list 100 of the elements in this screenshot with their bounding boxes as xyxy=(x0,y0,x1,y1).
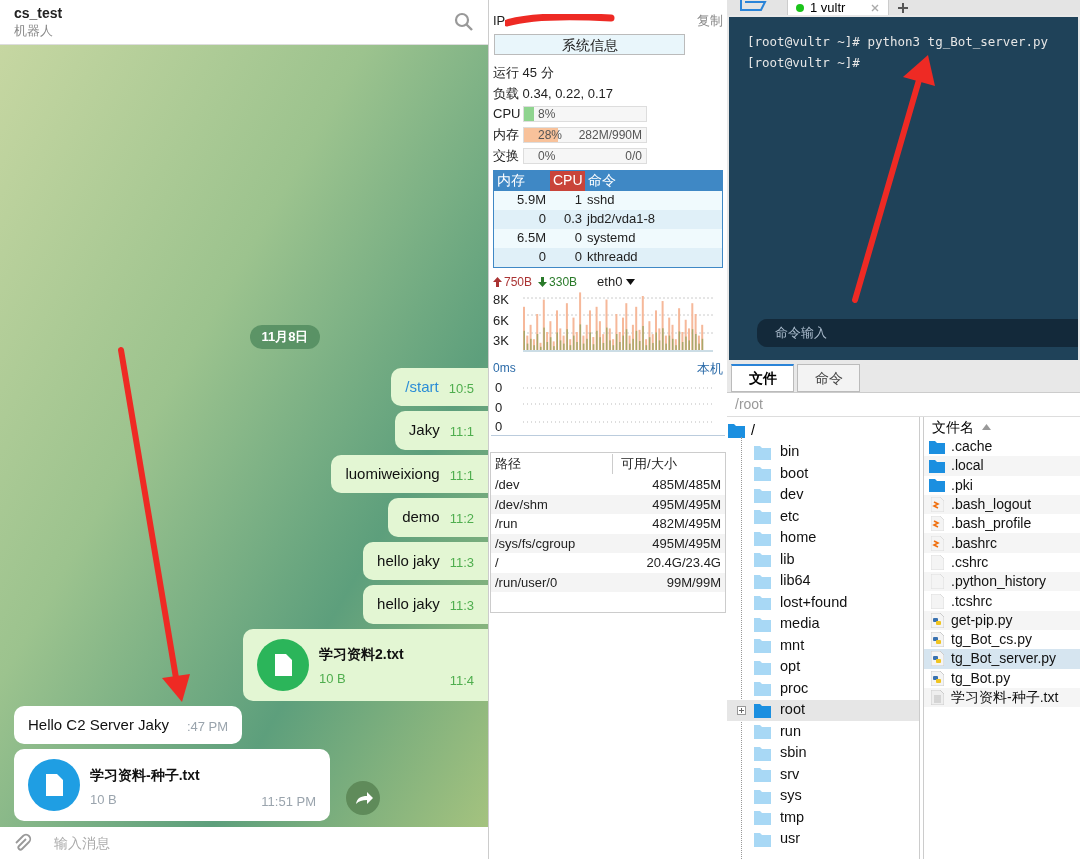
meter-label: CPU xyxy=(493,105,520,124)
table-cell-text: /dev/shm xyxy=(495,495,548,514)
folder-icon xyxy=(728,423,745,439)
file-row[interactable]: .bash_logout xyxy=(924,494,1080,515)
folder-icon xyxy=(754,530,771,546)
terminal-tab[interactable]: 1 vultr xyxy=(787,0,889,15)
file-row[interactable]: .python_history xyxy=(924,572,1080,592)
tab[interactable]: 命令 xyxy=(797,364,860,392)
tree-item[interactable]: run xyxy=(727,721,919,743)
input-placeholder: 输入消息 xyxy=(54,833,111,853)
tree-item[interactable]: media xyxy=(727,613,919,635)
message-text: hello jaky xyxy=(377,550,440,571)
folder-icon xyxy=(754,659,771,675)
column-header[interactable]: 文件名 xyxy=(932,417,974,438)
folder-icon xyxy=(754,810,771,826)
message-text: demo xyxy=(402,507,440,527)
tree-item[interactable]: opt xyxy=(727,656,919,678)
load-text: 负载 0.34, 0.22, 0.17 xyxy=(492,84,614,103)
folder-icon xyxy=(754,745,771,761)
tree-item[interactable]: home xyxy=(727,527,919,549)
tree-item[interactable]: sys xyxy=(727,785,919,807)
tree-item[interactable]: boot xyxy=(727,463,919,485)
file-icon xyxy=(28,759,80,811)
axis-label: 8K xyxy=(493,291,510,310)
folder-icon xyxy=(754,509,771,525)
folder-icon xyxy=(754,767,771,783)
search-icon[interactable] xyxy=(454,12,474,32)
file-name: 学习资料-种子.txt xyxy=(90,765,201,785)
file-row[interactable]: get-pip.py xyxy=(924,610,1080,630)
file-size: 10 B xyxy=(90,790,118,809)
table-cell-text: /dev xyxy=(495,476,520,494)
latency-value: 0ms xyxy=(493,359,516,377)
tree-item[interactable]: proc xyxy=(727,678,919,700)
file-row[interactable]: 学习资料-种子.txt xyxy=(924,687,1080,708)
meter-detail: 0/0 xyxy=(625,149,642,163)
upload-rate: 750B xyxy=(504,273,533,291)
copy-link[interactable]: 复制 xyxy=(697,11,723,31)
tree-item[interactable]: usr xyxy=(727,828,919,850)
message-time: 11:2 xyxy=(449,510,474,528)
tree-item[interactable]: lib xyxy=(727,549,919,571)
table-cell-text: jbd2/vda1-8 xyxy=(585,210,656,229)
message-text: Hello C2 Server Jaky xyxy=(28,714,169,735)
table-cell-text: /sys/fs/cgroup xyxy=(495,534,576,553)
tree-item[interactable]: bin xyxy=(727,441,919,463)
tree-item[interactable]: etc xyxy=(727,506,919,528)
caret-icon xyxy=(626,278,636,285)
file-row[interactable]: tg_Bot_server.py xyxy=(924,649,1080,669)
message-time: 11:3 xyxy=(449,553,474,572)
meter-percent: 0% xyxy=(538,149,556,163)
axis-label: 3K xyxy=(493,332,510,351)
tree-item[interactable]: tmp xyxy=(727,807,919,829)
column-header[interactable]: 内存 xyxy=(494,170,550,191)
table-cell-text: 99M/99M xyxy=(666,573,721,592)
table-cell-text: 485M/485M xyxy=(652,476,721,494)
column-header[interactable]: 路径 xyxy=(491,454,613,474)
file-row[interactable]: .local xyxy=(924,456,1080,476)
folder-icon xyxy=(754,595,771,611)
column-header[interactable]: CPU xyxy=(550,170,585,191)
tree-item[interactable]: lost+found xyxy=(727,592,919,614)
python-file-icon xyxy=(929,651,945,667)
table-cell-text: 0 xyxy=(573,248,583,267)
table-cell-text: 5.9M xyxy=(516,191,547,210)
command-input[interactable]: 命令输入 xyxy=(757,319,1078,347)
tree-item[interactable]: dev xyxy=(727,484,919,506)
column-header[interactable]: 可用/大小 xyxy=(613,454,725,474)
forward-button[interactable] xyxy=(346,781,380,815)
python-file-icon xyxy=(929,612,945,628)
terminal-line: [root@vultr ~]# xyxy=(747,54,861,72)
tree-item[interactable]: srv xyxy=(727,764,919,786)
message-time: 11:51 PM xyxy=(261,792,316,811)
tree-item[interactable]: / xyxy=(751,419,756,442)
upload-icon xyxy=(493,276,502,287)
table-cell-text: sshd xyxy=(586,191,616,210)
meter-percent: 28% xyxy=(538,128,563,142)
folder-icon xyxy=(754,681,771,697)
folder-icon xyxy=(754,702,771,718)
download-rate: 330B xyxy=(549,273,578,291)
table-cell-text: 1 xyxy=(573,191,583,210)
tree-item[interactable]: sbin xyxy=(727,742,919,764)
tab[interactable]: 文件 xyxy=(731,364,794,392)
table-cell-text: 0 xyxy=(537,248,547,267)
tree-item[interactable]: lib64 xyxy=(727,570,919,592)
tree-item[interactable]: root xyxy=(727,699,919,721)
download-icon xyxy=(538,276,548,287)
table-cell-text: 495M/495M xyxy=(652,495,721,514)
text-file-icon xyxy=(929,690,945,705)
table-cell-text: /run xyxy=(495,515,518,533)
file-row[interactable]: .bashrc xyxy=(924,533,1080,553)
message-time: :47 PM xyxy=(186,717,229,736)
column-header[interactable]: 命令 xyxy=(585,170,722,191)
tree-item[interactable]: mnt xyxy=(727,635,919,657)
table-cell-text: 0 xyxy=(537,210,547,229)
meter-label: 交换 xyxy=(493,147,520,166)
table-cell-text: kthreadd xyxy=(586,248,639,267)
folder-icon xyxy=(754,444,771,460)
sysinfo-button[interactable]: 系统信息 xyxy=(494,34,685,55)
interface-dropdown[interactable]: eth0 xyxy=(597,271,636,292)
file-size: 10 B xyxy=(319,670,347,688)
message-time: 10:5 xyxy=(448,379,474,398)
status-dot xyxy=(796,3,804,12)
